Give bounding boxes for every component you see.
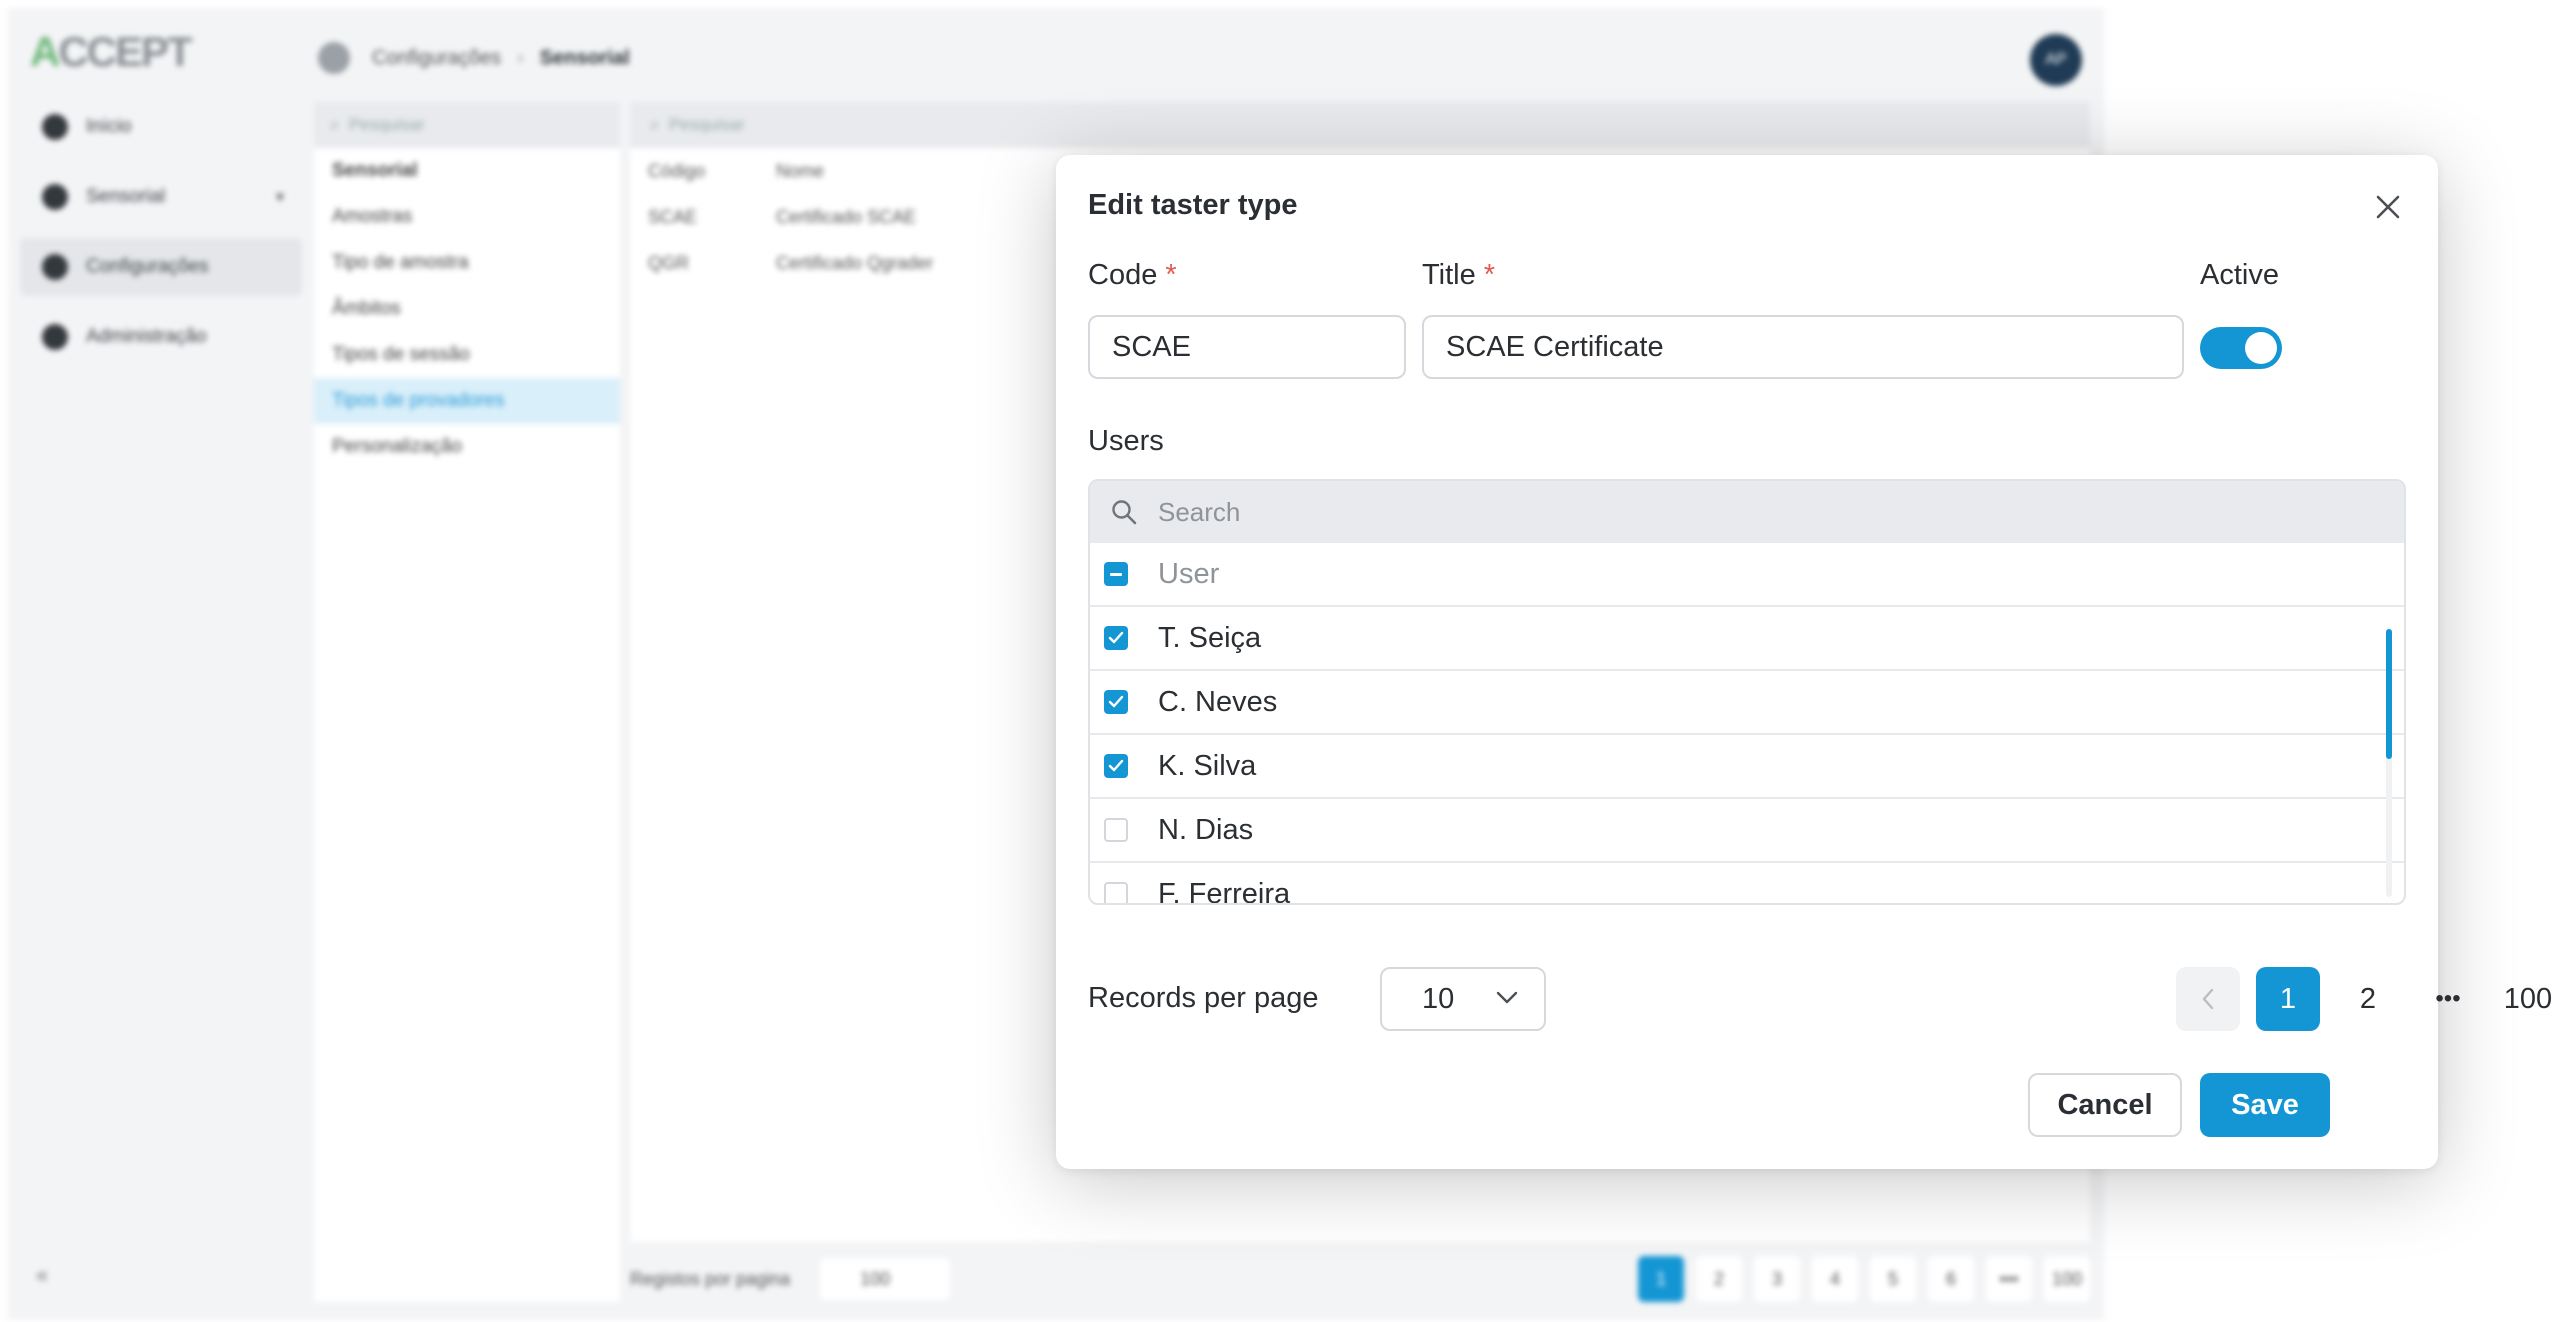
breadcrumb: Configurações › Sensorial bbox=[318, 42, 630, 74]
code-label: Code * bbox=[1088, 259, 1177, 291]
grid-page-size-select[interactable]: 100 bbox=[820, 1258, 951, 1300]
check-icon bbox=[1108, 759, 1124, 772]
user-name: K. Silva bbox=[1158, 749, 1257, 782]
sidebar-item-administracao[interactable]: Administração bbox=[20, 308, 302, 366]
check-icon bbox=[1108, 631, 1124, 644]
users-column-header: User bbox=[1090, 543, 2404, 607]
page-button-1[interactable]: 1 bbox=[2256, 967, 2320, 1031]
page-button[interactable]: 6 bbox=[1928, 1256, 1974, 1302]
records-per-page-value: 10 bbox=[1422, 982, 1455, 1015]
home-icon bbox=[42, 114, 68, 140]
title-label: Title * bbox=[1422, 259, 1496, 291]
page-button[interactable]: 3 bbox=[1754, 1256, 1800, 1302]
page-ellipsis: ••• bbox=[1986, 1256, 2032, 1302]
page-button-2[interactable]: 2 bbox=[2336, 967, 2400, 1031]
users-search-input[interactable] bbox=[1158, 496, 2258, 528]
users-search-bar bbox=[1090, 481, 2404, 543]
page-button[interactable]: 2 bbox=[1696, 1256, 1742, 1302]
page-button[interactable]: 4 bbox=[1812, 1256, 1858, 1302]
tree-item[interactable]: Âmbitos bbox=[314, 286, 620, 332]
page-button[interactable]: 5 bbox=[1870, 1256, 1916, 1302]
tree-item[interactable]: Tipos de sessão bbox=[314, 332, 620, 378]
users-scrollbar[interactable] bbox=[2386, 629, 2392, 897]
close-button[interactable] bbox=[2368, 187, 2408, 227]
settings-icon bbox=[318, 42, 350, 74]
admin-icon bbox=[42, 324, 68, 350]
avatar[interactable]: AP bbox=[2030, 34, 2082, 86]
checkbox-checked[interactable] bbox=[1104, 626, 1128, 650]
edit-taster-type-dialog: Edit taster type Code* Title* Active Use… bbox=[1056, 155, 2552, 1169]
sidebar-nav: Início Sensorial ▾ Configurações Administ… bbox=[20, 98, 302, 378]
active-label: Active bbox=[2200, 259, 2279, 291]
search-icon: ⌕ bbox=[650, 115, 669, 134]
required-mark: * bbox=[1483, 259, 1496, 291]
grid-footer: Registos por pagina 100 1 2 3 4 5 6 ••• … bbox=[630, 1254, 2090, 1304]
globe-icon bbox=[42, 184, 68, 210]
search-icon: ⌕ bbox=[330, 115, 349, 134]
breadcrumb-parent[interactable]: Configurações bbox=[372, 47, 501, 70]
grid-search-input[interactable]: ⌕ Pesquisar bbox=[630, 102, 2090, 148]
user-name: C. Neves bbox=[1158, 685, 1278, 718]
user-row[interactable]: T. Seiça bbox=[1090, 607, 2404, 671]
tree-item[interactable]: Amostras bbox=[314, 194, 620, 240]
checkbox-checked[interactable] bbox=[1104, 754, 1128, 778]
breadcrumb-current: Sensorial bbox=[539, 46, 630, 69]
user-column-label: User bbox=[1158, 557, 1220, 590]
page-button-100[interactable]: 100 bbox=[2496, 967, 2560, 1031]
check-icon bbox=[1108, 695, 1124, 708]
records-per-page-select[interactable]: 10 bbox=[1380, 967, 1546, 1031]
users-list: User T. Seiça C. Neves K. Silva N. Dias F. F… bbox=[1088, 479, 2406, 905]
user-row[interactable]: N. Dias bbox=[1090, 799, 2404, 863]
sidebar-item-sensorial[interactable]: Sensorial ▾ bbox=[20, 168, 302, 226]
cancel-button[interactable]: Cancel bbox=[2028, 1073, 2182, 1137]
required-mark: * bbox=[1165, 259, 1177, 291]
tree-item[interactable]: Personalização bbox=[314, 424, 620, 470]
page-ellipsis[interactable]: ••• bbox=[2416, 967, 2480, 1031]
sidebar-item-configuracoes[interactable]: Configurações bbox=[20, 238, 302, 296]
tree-search-input[interactable]: ⌕ Pesquisar bbox=[314, 102, 620, 148]
checkbox-checked[interactable] bbox=[1104, 690, 1128, 714]
breadcrumb-separator: › bbox=[516, 46, 524, 69]
title-field[interactable] bbox=[1422, 315, 2184, 379]
active-toggle[interactable] bbox=[2200, 327, 2282, 369]
page-button[interactable]: 1 bbox=[1638, 1256, 1684, 1302]
toggle-knob bbox=[2245, 332, 2277, 364]
checkbox-unchecked[interactable] bbox=[1104, 882, 1128, 903]
page-button[interactable]: 100 bbox=[2044, 1256, 2090, 1302]
gear-icon bbox=[42, 254, 68, 280]
scrollbar-thumb[interactable] bbox=[2386, 629, 2392, 759]
chevron-down-icon: ▾ bbox=[275, 189, 284, 206]
select-all-checkbox[interactable] bbox=[1104, 562, 1128, 586]
save-button[interactable]: Save bbox=[2200, 1073, 2330, 1137]
tree-item[interactable]: Tipo de amostra bbox=[314, 240, 620, 286]
category-tree: ⌕ Pesquisar Sensorial Amostras Tipo de a… bbox=[314, 102, 620, 1302]
sidebar-item-inicio[interactable]: Início bbox=[20, 98, 302, 156]
user-name: T. Seiça bbox=[1158, 621, 1262, 654]
chevron-down-icon bbox=[1496, 991, 1518, 1004]
prev-page-button[interactable] bbox=[2176, 967, 2240, 1031]
records-per-page-label: Records per page bbox=[1088, 982, 1319, 1014]
app-logo: ACCEPT bbox=[30, 28, 193, 75]
tree-item-selected[interactable]: Tipos de provadores bbox=[314, 378, 620, 424]
checkbox-unchecked[interactable] bbox=[1104, 818, 1128, 842]
user-name: N. Dias bbox=[1158, 813, 1254, 846]
chevron-left-icon bbox=[2202, 988, 2214, 1010]
users-label: Users bbox=[1088, 425, 1164, 457]
close-icon bbox=[2376, 195, 2400, 219]
users-rows: T. Seiça C. Neves K. Silva N. Dias F. Ferrei… bbox=[1090, 607, 2404, 905]
user-row[interactable]: C. Neves bbox=[1090, 671, 2404, 735]
tree-root[interactable]: Sensorial bbox=[314, 148, 620, 194]
user-name: F. Ferreira bbox=[1158, 877, 1291, 905]
user-row[interactable]: F. Ferreira bbox=[1090, 863, 2404, 905]
code-field[interactable] bbox=[1088, 315, 1406, 379]
search-icon bbox=[1112, 500, 1137, 525]
dialog-title: Edit taster type bbox=[1088, 189, 1298, 221]
collapse-sidebar-icon[interactable]: « bbox=[36, 1262, 48, 1288]
grid-pagination: 1 2 3 4 5 6 ••• 100 bbox=[1638, 1256, 2090, 1302]
user-row[interactable]: K. Silva bbox=[1090, 735, 2404, 799]
